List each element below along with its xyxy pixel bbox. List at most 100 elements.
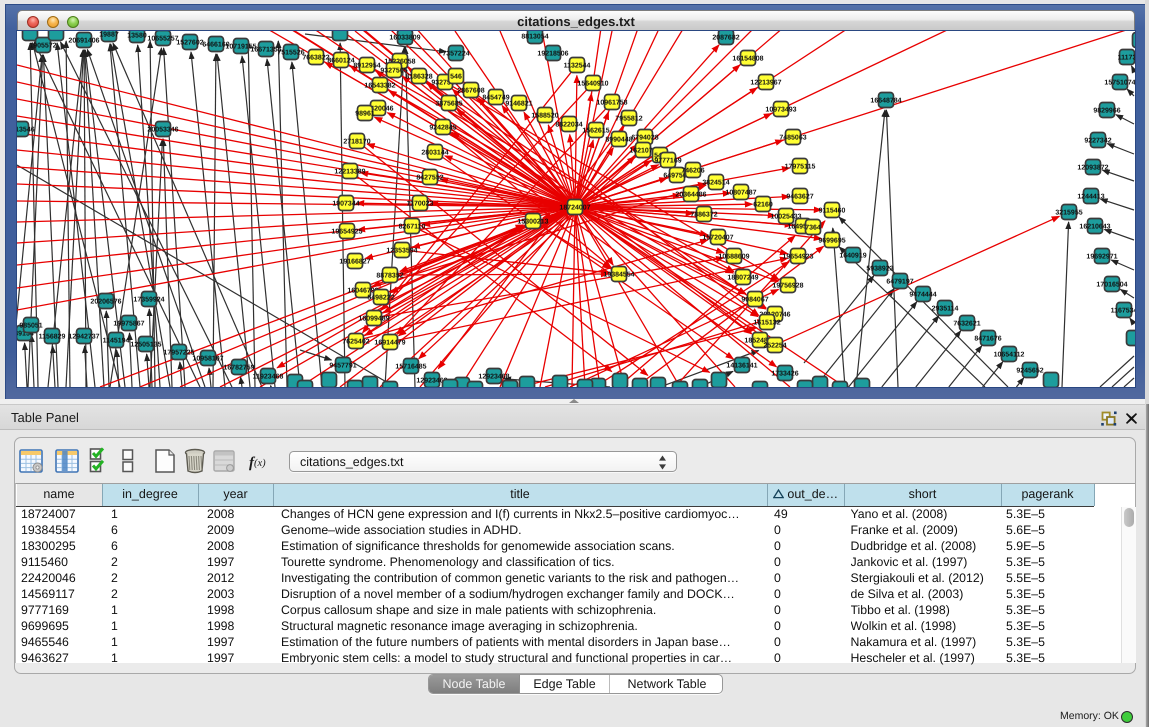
svg-text:8267110: 8267110: [399, 223, 426, 230]
svg-text:17957225: 17957225: [163, 349, 194, 356]
svg-text:8186328: 8186328: [405, 73, 432, 80]
svg-text:252254: 252254: [763, 342, 786, 349]
svg-text:8912954: 8912954: [353, 62, 380, 69]
svg-text:19887: 19887: [99, 31, 119, 38]
svg-text:7364: 7364: [805, 224, 821, 231]
svg-text:10688609: 10688609: [718, 253, 749, 260]
svg-text:2803144: 2803144: [421, 149, 448, 156]
svg-text:2718170: 2718170: [343, 138, 370, 145]
svg-text:3215955: 3215955: [1055, 209, 1082, 216]
svg-text:10973493: 10973493: [765, 106, 796, 113]
svg-text:98961: 98961: [355, 110, 375, 117]
svg-text:15751074: 15751074: [1104, 79, 1135, 86]
svg-text:16154808: 16154808: [732, 55, 763, 62]
svg-text:17016504: 17016504: [1096, 281, 1127, 288]
svg-text:62160: 62160: [753, 201, 773, 208]
svg-text:18724007: 18724007: [559, 204, 590, 211]
svg-text:1907344: 1907344: [332, 200, 359, 207]
svg-text:15716485: 15716485: [395, 363, 426, 370]
svg-text:15300213: 15300213: [517, 218, 548, 225]
svg-text:10958107: 10958107: [192, 355, 223, 362]
svg-text:12213389: 12213389: [334, 168, 365, 175]
svg-text:3824514: 3824514: [702, 179, 729, 186]
svg-text:9115460: 9115460: [819, 207, 846, 214]
svg-text:9463627: 9463627: [786, 193, 813, 200]
svg-text:12942737: 12942737: [68, 333, 99, 340]
svg-text:9457791: 9457791: [329, 362, 356, 369]
svg-text:9699695: 9699695: [818, 237, 845, 244]
svg-text:1132544: 1132544: [564, 62, 591, 69]
svg-text:1167534: 1167534: [1111, 307, 1135, 314]
svg-text:7632621: 7632621: [953, 320, 980, 327]
svg-text:1156829: 1156829: [39, 333, 66, 340]
svg-text:3875685: 3875685: [435, 100, 462, 107]
svg-text:9777169: 9777169: [654, 157, 681, 164]
svg-text:10961758: 10961758: [596, 99, 627, 106]
svg-text:10655257: 10655257: [147, 35, 178, 42]
svg-text:8660124: 8660124: [327, 57, 354, 64]
svg-text:5498222: 5498222: [367, 294, 394, 301]
svg-text:8471676: 8471676: [974, 335, 1001, 342]
svg-text:12505135: 12505135: [130, 341, 161, 348]
svg-text:16033809: 16033809: [389, 34, 420, 41]
svg-text:19166827: 19166827: [339, 258, 370, 265]
svg-text:1562615: 1562615: [582, 127, 609, 134]
svg-text:1244413: 1244413: [1077, 193, 1104, 200]
svg-text:2867608: 2867608: [457, 87, 484, 94]
svg-text:8878352: 8878352: [376, 272, 403, 279]
svg-text:12213967: 12213967: [750, 79, 781, 86]
svg-text:19218506: 19218506: [537, 50, 568, 57]
svg-text:19756928: 19756928: [772, 282, 803, 289]
svg-text:1170023: 1170023: [407, 200, 434, 207]
svg-text:7515526: 7515526: [277, 49, 304, 56]
svg-text:16914479: 16914479: [374, 339, 405, 346]
svg-text:9327505: 9327505: [380, 67, 407, 74]
svg-text:15640910: 15640910: [577, 80, 608, 87]
svg-text:985051: 985051: [19, 322, 42, 329]
svg-text:8822034: 8822034: [555, 121, 582, 128]
svg-text:7663822: 7663822: [302, 54, 329, 61]
svg-text:8990448: 8990448: [605, 136, 632, 143]
svg-text:7357224: 7357224: [442, 50, 469, 57]
svg-text:9084067: 9084067: [741, 296, 768, 303]
svg-text:7625402: 7625402: [342, 338, 369, 345]
svg-text:6479197: 6479197: [886, 278, 913, 285]
svg-text:1588520: 1588520: [531, 112, 558, 119]
svg-text:15720407: 15720407: [702, 234, 733, 241]
svg-text:10807487: 10807487: [725, 189, 756, 196]
svg-text:13580: 13580: [127, 32, 147, 39]
svg-text:16210643: 16210643: [1079, 223, 1110, 230]
svg-text:1145194: 1145194: [103, 337, 130, 344]
svg-text:1527602: 1527602: [176, 39, 203, 46]
svg-text:2935114: 2935114: [932, 305, 959, 312]
svg-text:1640919: 1640919: [839, 252, 866, 259]
svg-text:16782759: 16782759: [223, 364, 254, 371]
svg-text:12093872: 12093872: [1077, 164, 1108, 171]
svg-text:9245652: 9245652: [1016, 367, 1043, 374]
svg-text:16099489: 16099489: [358, 315, 389, 322]
svg-text:18807249: 18807249: [727, 274, 758, 281]
svg-text:20053346: 20053346: [147, 126, 178, 133]
svg-text:19654925: 19654925: [331, 228, 362, 235]
svg-text:12353594: 12353594: [386, 247, 417, 254]
svg-text:19654923: 19654923: [782, 253, 813, 260]
svg-text:9146821: 9146821: [505, 100, 532, 107]
svg-text:5938923: 5938923: [866, 265, 893, 272]
svg-text:19384554: 19384554: [603, 271, 634, 278]
svg-text:7485063: 7485063: [779, 134, 806, 141]
svg-text:11923468: 11923468: [253, 373, 284, 380]
svg-text:8427552: 8427552: [416, 174, 443, 181]
svg-text:7955812: 7955812: [615, 115, 642, 122]
svg-text:9829966: 9829966: [1093, 107, 1120, 114]
svg-text:546: 546: [450, 73, 462, 80]
svg-text:17975115: 17975115: [785, 163, 816, 170]
svg-text:10654112: 10654112: [994, 351, 1025, 358]
svg-text:14136141: 14136141: [726, 362, 757, 369]
svg-text:17359924: 17359924: [133, 296, 164, 303]
svg-text:1613546: 1613546: [17, 126, 35, 133]
svg-text:11173: 11173: [1118, 54, 1135, 61]
svg-text:746206: 746206: [681, 167, 704, 174]
svg-text:16543382: 16543382: [364, 82, 395, 89]
svg-text:19975867: 19975867: [113, 320, 144, 327]
svg-text:20206576: 20206576: [90, 298, 121, 305]
